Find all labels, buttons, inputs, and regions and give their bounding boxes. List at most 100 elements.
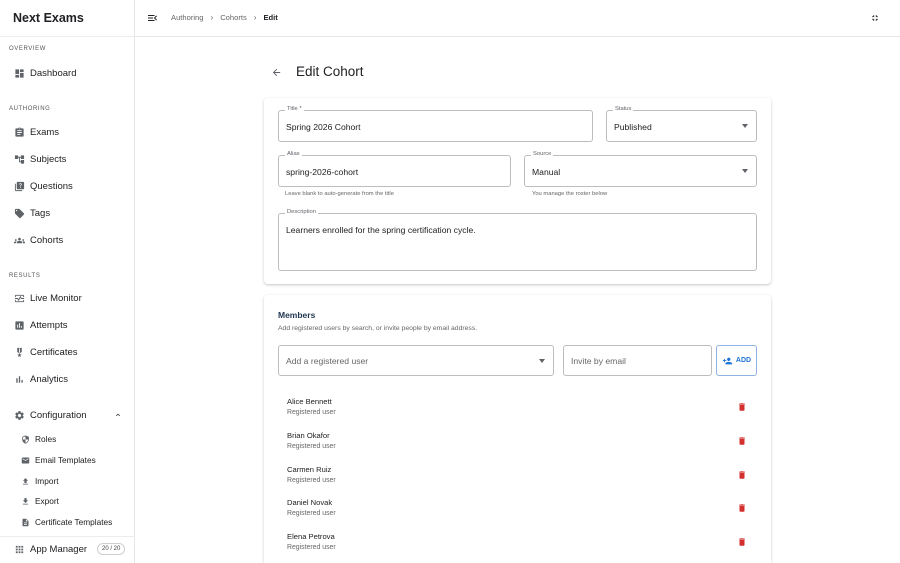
source-value: Manual bbox=[532, 167, 561, 177]
sidebar-item-subjects[interactable]: Subjects bbox=[0, 148, 134, 170]
clipboard-icon bbox=[13, 126, 25, 138]
user-search-select[interactable]: Add a registered user bbox=[278, 345, 554, 376]
description-label: Description bbox=[285, 209, 318, 215]
sidebar-item-certificate-templates[interactable]: Certificate Templates bbox=[0, 513, 134, 531]
menu-open-icon[interactable] bbox=[146, 12, 159, 24]
sidebar-item-label: Cohorts bbox=[30, 234, 64, 246]
list-item: Elena Petrova Registered user bbox=[287, 532, 757, 560]
source-label: Source bbox=[531, 151, 554, 157]
member-role: Registered user bbox=[287, 477, 336, 484]
sidebar-item-label: Import bbox=[35, 476, 59, 486]
sidebar-item-tags[interactable]: Tags bbox=[0, 202, 134, 224]
dropdown-arrow-icon bbox=[539, 358, 545, 363]
delete-icon[interactable] bbox=[737, 436, 747, 446]
breadcrumb-cohorts[interactable]: Cohorts bbox=[220, 13, 247, 22]
shield-icon bbox=[20, 434, 30, 444]
member-role: Registered user bbox=[287, 510, 336, 517]
alias-label: Alias bbox=[285, 151, 302, 157]
tag-icon bbox=[13, 207, 25, 219]
user-search-placeholder: Add a registered user bbox=[286, 356, 369, 366]
assessment-icon bbox=[13, 319, 25, 331]
description-value: Learners enrolled for the spring certifi… bbox=[286, 225, 476, 235]
cohort-details-card: Title * Spring 2026 Cohort Status Publis… bbox=[264, 98, 771, 284]
sidebar-item-label: Analytics bbox=[30, 373, 69, 385]
member-role: Registered user bbox=[287, 544, 336, 551]
sidebar-item-label: Dashboard bbox=[30, 67, 77, 79]
status-select[interactable]: Status Published bbox=[606, 106, 757, 142]
sidebar-item-email-templates[interactable]: Email Templates bbox=[0, 451, 134, 469]
sidebar-item-export[interactable]: Export bbox=[0, 492, 134, 510]
delete-icon[interactable] bbox=[737, 503, 747, 513]
list-item: Daniel Novak Registered user bbox=[287, 498, 757, 526]
groups-icon bbox=[13, 234, 25, 246]
alias-helper-text: Leave blank to auto-generate from the ti… bbox=[285, 191, 394, 197]
delete-icon[interactable] bbox=[737, 470, 747, 480]
sidebar-item-analytics[interactable]: Analytics bbox=[0, 368, 134, 390]
member-name: Daniel Novak bbox=[287, 498, 333, 507]
description-field[interactable]: Description Learners enrolled for the sp… bbox=[278, 209, 757, 271]
title-value: Spring 2026 Cohort bbox=[286, 122, 361, 132]
sidebar: Next Exams OVERVIEW Dashboard AUTHORING … bbox=[0, 0, 135, 563]
sidebar-item-label: Email Templates bbox=[35, 455, 96, 465]
delete-icon[interactable] bbox=[737, 402, 747, 412]
list-item: Brian Okafor Registered user bbox=[287, 431, 757, 459]
sidebar-item-cohorts[interactable]: Cohorts bbox=[0, 229, 134, 251]
sidebar-item-import[interactable]: Import bbox=[0, 472, 134, 490]
section-authoring: AUTHORING bbox=[9, 106, 51, 112]
fullscreen-exit-icon[interactable] bbox=[870, 13, 880, 23]
arrow-back-icon[interactable] bbox=[271, 67, 282, 78]
page-title: Edit Cohort bbox=[296, 64, 364, 79]
sidebar-item-label: Roles bbox=[35, 434, 57, 444]
section-overview: OVERVIEW bbox=[9, 46, 47, 52]
dropdown-arrow-icon bbox=[742, 169, 748, 173]
gear-icon bbox=[13, 409, 25, 421]
invite-email-input[interactable]: Invite by email bbox=[563, 345, 712, 376]
member-name: Alice Bennett bbox=[287, 397, 332, 406]
sidebar-item-dashboard[interactable]: Dashboard bbox=[0, 62, 134, 84]
sidebar-item-configuration[interactable]: Configuration bbox=[0, 404, 134, 426]
count-badge: 20 / 20 bbox=[97, 543, 126, 555]
alias-field[interactable]: Alias spring-2026-cohort bbox=[278, 151, 511, 187]
delete-icon[interactable] bbox=[737, 537, 747, 547]
invite-email-placeholder: Invite by email bbox=[571, 356, 626, 366]
member-role: Registered user bbox=[287, 443, 336, 450]
title-label: Title * bbox=[285, 106, 304, 112]
status-label: Status bbox=[613, 106, 634, 112]
list-item: Carmen Ruiz Registered user bbox=[287, 465, 757, 493]
member-role: Registered user bbox=[287, 409, 336, 416]
chevron-up-icon[interactable] bbox=[114, 411, 122, 419]
divider bbox=[0, 536, 135, 537]
apps-grid-icon bbox=[13, 543, 25, 555]
breadcrumb-authoring[interactable]: Authoring bbox=[171, 13, 204, 22]
sidebar-item-attempts[interactable]: Attempts bbox=[0, 314, 134, 336]
sidebar-item-exams[interactable]: Exams bbox=[0, 121, 134, 143]
dashboard-icon bbox=[13, 67, 25, 79]
question-icon bbox=[13, 180, 25, 192]
sidebar-item-label: Certificates bbox=[30, 346, 78, 358]
sidebar-item-label: App Manager bbox=[30, 543, 88, 555]
sidebar-item-roles[interactable]: Roles bbox=[0, 430, 134, 448]
chevron-right-icon: › bbox=[253, 13, 257, 22]
source-select[interactable]: Source Manual bbox=[524, 151, 757, 187]
members-heading: Members bbox=[278, 310, 316, 320]
monitor-heart-icon bbox=[13, 292, 25, 304]
bar-chart-icon bbox=[13, 373, 25, 385]
section-results: RESULTS bbox=[9, 273, 41, 279]
sidebar-item-label: Live Monitor bbox=[30, 292, 82, 304]
sidebar-item-certificates[interactable]: Certificates bbox=[0, 341, 134, 363]
sidebar-item-label: Subjects bbox=[30, 153, 67, 165]
document-icon bbox=[20, 517, 30, 527]
member-name: Carmen Ruiz bbox=[287, 465, 332, 474]
sidebar-item-questions[interactable]: Questions bbox=[0, 175, 134, 197]
members-card: Members Add registered users by search, … bbox=[264, 295, 771, 563]
source-helper-text: You manage the roster below bbox=[532, 191, 608, 197]
add-member-button[interactable]: ADD bbox=[716, 345, 757, 376]
subjects-icon bbox=[13, 153, 25, 165]
sidebar-item-label: Tags bbox=[30, 207, 51, 219]
sidebar-item-label: Attempts bbox=[30, 319, 68, 331]
sidebar-item-live-monitor[interactable]: Live Monitor bbox=[0, 287, 134, 309]
status-value: Published bbox=[614, 122, 652, 132]
title-field[interactable]: Title * Spring 2026 Cohort bbox=[278, 106, 593, 142]
add-label: ADD bbox=[735, 357, 752, 364]
list-item: Alice Bennett Registered user bbox=[287, 397, 757, 425]
